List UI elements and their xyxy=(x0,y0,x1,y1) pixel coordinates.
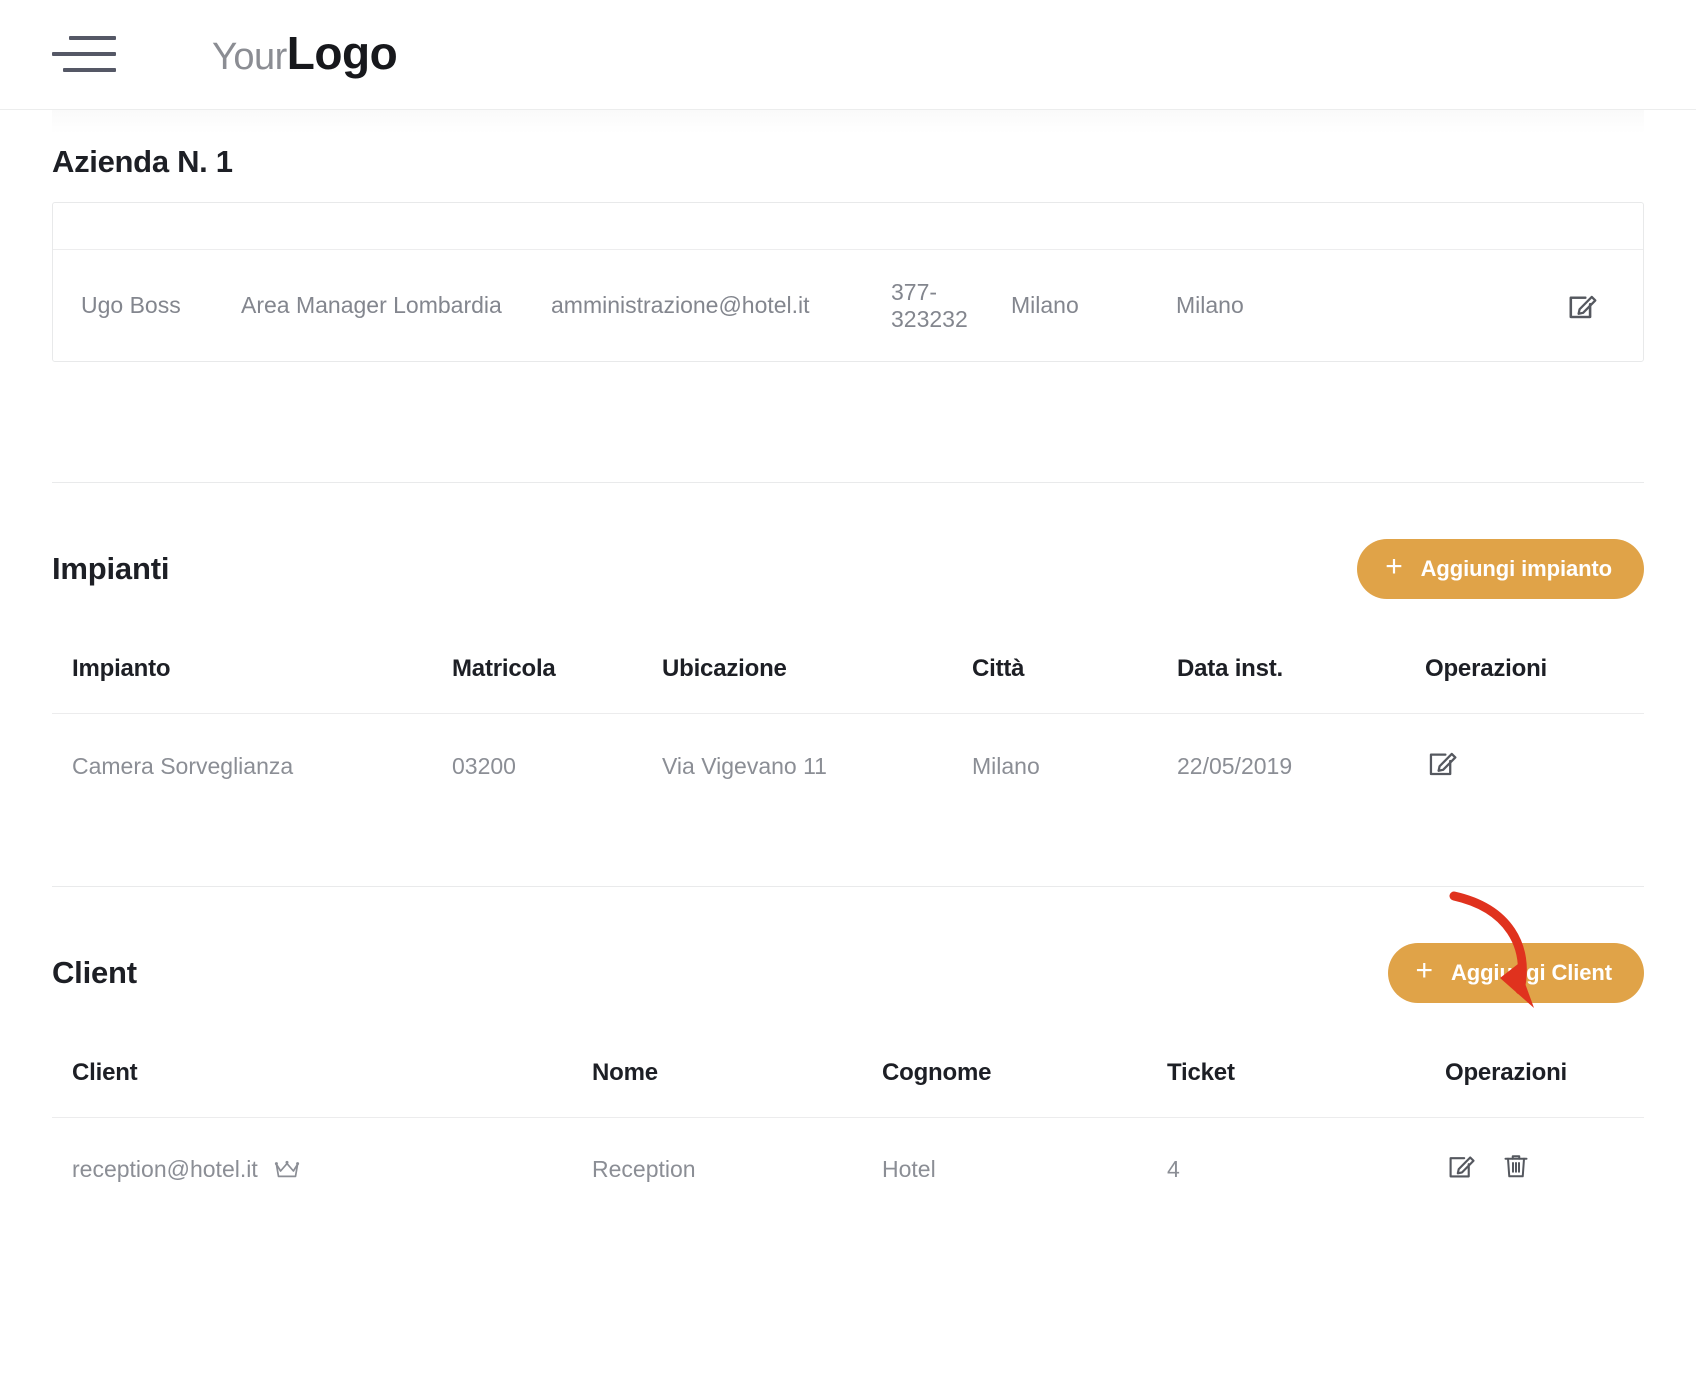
col-nome: Nome xyxy=(592,1059,658,1086)
trash-icon[interactable] xyxy=(1501,1150,1531,1182)
add-impianto-label: Aggiungi impianto xyxy=(1420,556,1612,581)
contact-role: Area Manager Lombardia xyxy=(241,292,502,318)
col-operazioni: Operazioni xyxy=(1425,655,1548,682)
impianto-data-inst: 22/05/2019 xyxy=(1177,713,1417,820)
impianto-ubicazione: Via Vigevano 11 xyxy=(662,713,972,820)
contact-phone: 377-323232 xyxy=(891,278,968,332)
impianto-ops-wrap xyxy=(1425,746,1459,780)
client-section-header: Client + Aggiungi Client xyxy=(52,887,1644,1013)
impianti-table-body: Camera Sorveglianza 03200 Via Vigevano 1… xyxy=(52,713,1644,820)
crown-icon xyxy=(274,1160,300,1180)
col-ubicazione: Ubicazione xyxy=(662,655,787,682)
hamburger-menu-icon[interactable] xyxy=(52,32,116,78)
client-cognome: Hotel xyxy=(882,1117,1167,1222)
contact-city: Milano xyxy=(1011,292,1079,318)
col-matricola: Matricola xyxy=(452,655,556,682)
clipped-cell-3 xyxy=(545,203,885,213)
table-row: Ugo Boss Area Manager Lombardia amminist… xyxy=(53,249,1643,361)
add-client-button[interactable]: + Aggiungi Client xyxy=(1387,943,1644,1003)
page-header: Azienda N. 1 xyxy=(52,110,1644,190)
col-operazioni: Operazioni xyxy=(1445,1059,1568,1086)
client-table-body: reception@hotel.it Reception Hotel 4 xyxy=(52,1117,1644,1222)
col-impianto: Impianto xyxy=(72,655,171,682)
col-client: Client xyxy=(72,1059,138,1086)
impianto-matricola: 03200 xyxy=(452,713,662,820)
add-impianto-button[interactable]: + Aggiungi impianto xyxy=(1357,539,1644,599)
clipped-cell-6 xyxy=(1170,203,1370,213)
col-citta: Città xyxy=(972,655,1025,682)
impianti-table-head: Impianto Matricola Ubicazione Città Data… xyxy=(52,645,1644,714)
top-bar: YourLogo xyxy=(0,0,1696,110)
contact-province: Milano xyxy=(1176,292,1244,318)
edit-icon[interactable] xyxy=(1425,746,1459,780)
impianto-operations xyxy=(1417,713,1644,820)
plus-icon: + xyxy=(1385,550,1403,583)
client-nome: Reception xyxy=(592,1117,882,1222)
logo-text-second: Logo xyxy=(286,26,398,79)
client-title: Client xyxy=(52,955,137,990)
clipped-cell-4 xyxy=(885,203,1005,213)
clipped-cell-1 xyxy=(75,203,235,213)
edit-icon[interactable] xyxy=(1565,289,1599,323)
hamburger-line-3 xyxy=(63,67,116,72)
logo-text-first: Your xyxy=(212,35,287,78)
clipped-cell-5 xyxy=(1005,203,1170,213)
client-ticket: 4 xyxy=(1167,1117,1437,1222)
page-title: Azienda N. 1 xyxy=(52,144,233,179)
edit-icon[interactable] xyxy=(1445,1150,1477,1182)
contact-operations xyxy=(1370,285,1621,327)
impianti-title: Impianti xyxy=(52,551,170,586)
client-ops-wrap xyxy=(1445,1150,1531,1182)
col-cognome: Cognome xyxy=(882,1059,992,1086)
contacts-table: Ugo Boss Area Manager Lombardia amminist… xyxy=(52,202,1644,362)
table-row: reception@hotel.it Reception Hotel 4 xyxy=(52,1117,1644,1222)
hamburger-line-2 xyxy=(52,51,116,56)
impianto-name: Camera Sorveglianza xyxy=(52,713,452,820)
impianti-table: Impianto Matricola Ubicazione Città Data… xyxy=(52,645,1644,820)
table-row: Camera Sorveglianza 03200 Via Vigevano 1… xyxy=(52,713,1644,820)
table-row-clipped xyxy=(53,203,1643,249)
app-root: YourLogo Azienda N. 1 Ugo Boss Area Mana… xyxy=(0,0,1696,1392)
add-client-label: Aggiungi Client xyxy=(1450,960,1612,985)
client-header-row: Client Nome Cognome Ticket Operazioni xyxy=(52,1049,1644,1118)
page-content: Azienda N. 1 Ugo Boss Area Manager Lomba… xyxy=(0,110,1696,1222)
impianti-header-row: Impianto Matricola Ubicazione Città Data… xyxy=(52,645,1644,714)
client-table-head: Client Nome Cognome Ticket Operazioni xyxy=(52,1049,1644,1118)
clipped-cell-2 xyxy=(235,203,545,213)
client-email: reception@hotel.it xyxy=(72,1155,258,1182)
plus-icon: + xyxy=(1415,954,1434,987)
impianti-section-header: Impianti + Aggiungi impianto xyxy=(52,483,1644,609)
clipped-cell-7 xyxy=(1370,203,1621,213)
client-email-cell: reception@hotel.it xyxy=(52,1117,592,1222)
col-data-inst: Data inst. xyxy=(1177,655,1284,682)
impianto-citta: Milano xyxy=(972,713,1177,820)
hamburger-line-1 xyxy=(69,35,116,40)
contact-email: amministrazione@hotel.it xyxy=(551,292,810,318)
client-operations xyxy=(1437,1117,1644,1222)
client-table: Client Nome Cognome Ticket Operazioni re… xyxy=(52,1049,1644,1222)
app-logo[interactable]: YourLogo xyxy=(212,26,398,79)
contact-name: Ugo Boss xyxy=(81,292,181,318)
col-ticket: Ticket xyxy=(1167,1059,1235,1086)
